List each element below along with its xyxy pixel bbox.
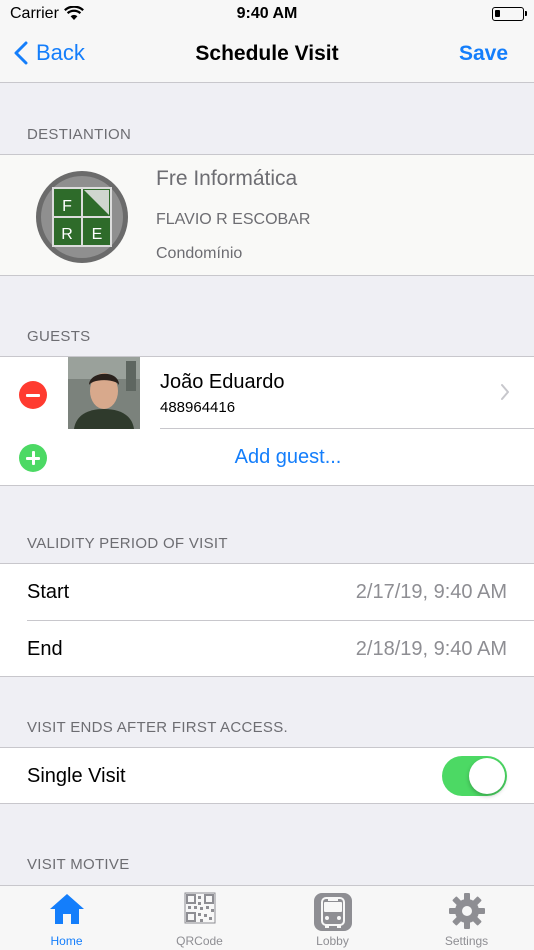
qrcode-icon (184, 892, 215, 924)
guests-list: João Eduardo 488964416 Add guest... (0, 356, 534, 486)
add-guest-label[interactable]: Add guest... (0, 446, 534, 469)
status-bar: Carrier 9:40 AM (0, 0, 534, 28)
end-label: End (27, 638, 63, 660)
single-visit-section-header: VISIT ENDS AFTER FIRST ACCESS. (27, 719, 289, 736)
destination-name: Fre Informática (156, 167, 298, 190)
guest-name: João Eduardo (160, 371, 285, 393)
tab-settings-label: Settings (444, 934, 489, 948)
end-date-row[interactable]: End 2/18/19, 9:40 AM (0, 621, 534, 677)
start-value: 2/17/19, 9:40 AM (355, 581, 507, 603)
remove-guest-button[interactable] (19, 381, 47, 409)
save-button[interactable]: Save (459, 42, 508, 66)
single-visit-label: Single Visit (27, 765, 126, 787)
add-guest-row[interactable]: Add guest... (0, 429, 534, 486)
status-time: 9:40 AM (236, 5, 298, 22)
destination-place: Condomínio (156, 245, 243, 262)
single-visit-toggle[interactable] (442, 756, 507, 796)
logo-letter-f: F (62, 198, 72, 215)
single-visit-row: Single Visit (0, 747, 534, 804)
tab-settings[interactable]: Settings (400, 886, 533, 950)
logo-letter-r: R (61, 226, 73, 243)
tab-home[interactable]: Home (0, 886, 133, 950)
tab-qrcode[interactable]: QRCode (133, 886, 266, 950)
start-date-row[interactable]: Start 2/17/19, 9:40 AM (0, 564, 534, 621)
company-logo: F R E (36, 171, 128, 263)
tab-lobby[interactable]: Lobby (266, 886, 399, 950)
guest-row[interactable]: João Eduardo 488964416 (0, 357, 534, 429)
guests-section-header: GUESTS (27, 328, 91, 345)
battery-icon (492, 7, 527, 21)
destination-section-header: DESTIANTION (27, 126, 132, 143)
bus-icon (313, 893, 352, 931)
destination-cell: F R E Fre Informática FLAVIO R ESCOBAR C… (0, 154, 534, 276)
validity-period: Start 2/17/19, 9:40 AM End 2/18/19, 9:40… (0, 563, 534, 677)
guest-phone: 488964416 (160, 399, 236, 416)
end-value: 2/18/19, 9:40 AM (355, 638, 507, 660)
gear-icon (448, 893, 485, 929)
toggle-knob (469, 758, 505, 794)
home-icon (49, 894, 84, 924)
validity-section-header: VALIDITY PERIOD OF VISIT (27, 535, 228, 552)
guest-avatar (68, 357, 140, 429)
chevron-right-icon (501, 384, 509, 400)
navigation-bar: Back Schedule Visit Save (0, 28, 534, 83)
page-title: Schedule Visit (195, 42, 339, 65)
visit-motive-section-header: VISIT MOTIVE (27, 856, 130, 873)
tab-qrcode-label: QRCode (176, 934, 223, 948)
logo-letter-e: E (92, 226, 103, 243)
tab-bar: Home QRCode Lobby Settings (0, 885, 534, 950)
tab-home-label: Home (50, 934, 83, 948)
start-label: Start (27, 581, 70, 603)
destination-owner: FLAVIO R ESCOBAR (156, 211, 311, 228)
tab-lobby-label: Lobby (316, 934, 349, 948)
